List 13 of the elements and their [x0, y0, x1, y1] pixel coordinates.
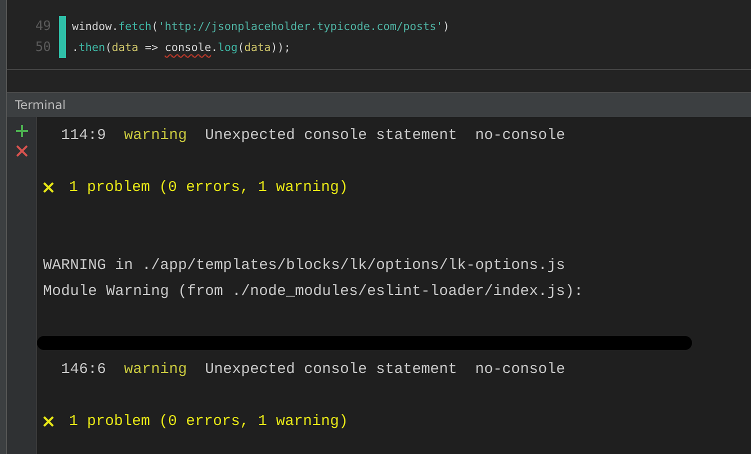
terminal-output: Module Warning (from ./node_modules/eslint-loader/index.js):: [43, 282, 584, 300]
summary-message: 1 problem (0 errors, 1 warning): [69, 412, 348, 430]
cross-icon: [43, 416, 54, 426]
close-icon[interactable]: [16, 145, 28, 157]
panel-title: Terminal: [15, 98, 66, 112]
summary-message: 1 problem (0 errors, 1 warning): [69, 178, 348, 196]
code-line: .then(data => console.log(data));: [72, 40, 291, 54]
add-icon[interactable]: [16, 125, 28, 137]
lint-message: 114:9 warning Unexpected console statement no-console: [60, 126, 566, 144]
code-line: window.fetch('http://jsonplaceholder.typicode.com/posts'): [72, 20, 450, 32]
lint-message: 146:6 warning Unexpected console statement no-console: [60, 360, 566, 378]
terminal-output: WARNING in ./app/templates/blocks/lk/options/lk-options.js: [43, 256, 566, 274]
cross-icon: [43, 182, 54, 192]
